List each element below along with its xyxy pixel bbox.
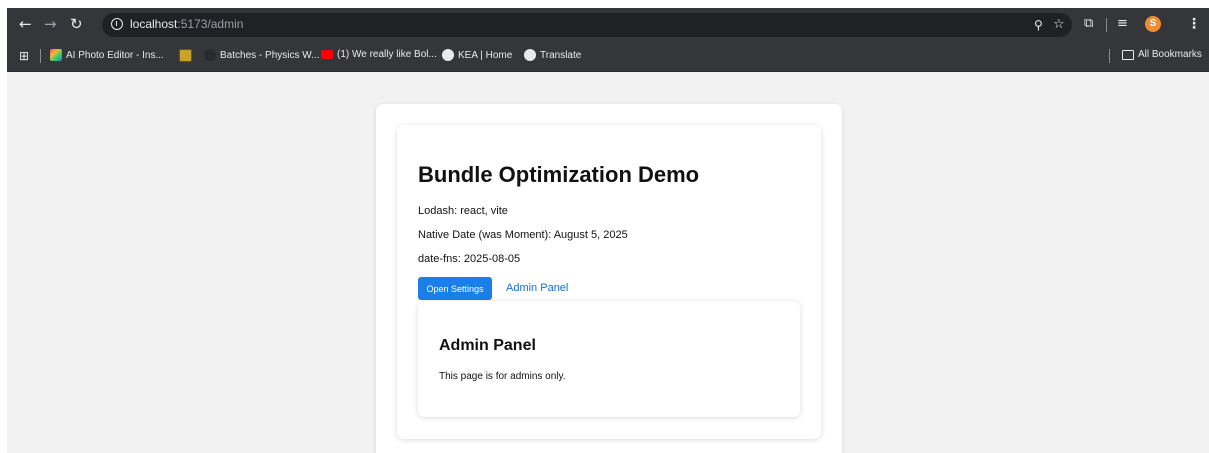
all-bookmarks-label: All Bookmarks (1138, 49, 1202, 60)
bookmark-item[interactable]: (1) We really like Bol... (321, 49, 437, 60)
demo-card: Bundle Optimization Demo Lodash: react, … (397, 125, 821, 439)
bookmarks-divider (40, 49, 41, 63)
globe-icon (524, 49, 536, 61)
browser-toolbar: ← → ↻ localhost:5173/admin ⚲ ☆ ⧉ ≡ S ⋮ (7, 8, 1209, 41)
date-fns-text: date-fns: 2025-08-05 (418, 253, 521, 265)
bookmark-item[interactable] (179, 49, 192, 62)
arrow-left-icon[interactable]: ← (19, 16, 32, 32)
star-icon[interactable]: ☆ (1053, 17, 1065, 33)
folder-icon (1122, 49, 1134, 60)
batches-favicon-icon (204, 49, 216, 61)
bookmark-label: KEA | Home (458, 49, 513, 61)
apps-grid-icon[interactable]: ⊞ (19, 48, 29, 64)
bookmark-label: AI Photo Editor - Ins... (66, 49, 164, 61)
url-host: localhost (130, 17, 178, 31)
page-title: Bundle Optimization Demo (418, 162, 700, 187)
lodash-text: Lodash: react, vite (418, 205, 508, 217)
bookmark-label: (1) We really like Bol... (337, 49, 437, 60)
open-settings-button[interactable]: Open Settings (418, 277, 492, 300)
app-container: Bundle Optimization Demo Lodash: react, … (376, 104, 842, 453)
globe-icon (442, 49, 454, 61)
bookmark-item[interactable]: AI Photo Editor - Ins... (50, 49, 164, 61)
url-path: :5173/admin (177, 17, 244, 31)
bookmark-item[interactable]: Batches - Physics W... (204, 49, 319, 61)
all-bookmarks-button[interactable]: All Bookmarks (1122, 49, 1202, 60)
browser-window: ← → ↻ localhost:5173/admin ⚲ ☆ ⧉ ≡ S ⋮ ⊞… (7, 8, 1209, 453)
admin-panel-link[interactable]: Admin Panel (506, 282, 568, 294)
native-date-text: Native Date (was Moment): August 5, 2025 (418, 229, 628, 241)
avatar[interactable]: S (1145, 16, 1161, 32)
info-icon[interactable] (111, 18, 123, 30)
puzzle-icon[interactable]: ⧉ (1084, 16, 1093, 32)
bookmarks-bar: ⊞ AI Photo Editor - Ins... Batches - Phy… (7, 41, 1209, 72)
youtube-favicon-icon (321, 50, 333, 59)
reload-icon[interactable]: ↻ (70, 16, 83, 32)
url-text[interactable]: localhost:5173/admin (130, 17, 243, 31)
bookmark-favicon-icon (179, 49, 192, 62)
arrow-right-icon[interactable]: → (44, 16, 57, 32)
admin-panel-text: This page is for admins only. (439, 371, 566, 382)
kebab-menu-icon[interactable]: ⋮ (1187, 16, 1201, 32)
photo-editor-favicon-icon (50, 49, 62, 61)
bookmark-label: Translate (540, 49, 582, 61)
bookmark-label: Batches - Physics W... (220, 49, 320, 61)
zoom-icon[interactable]: ⚲ (1034, 17, 1043, 33)
bookmarks-divider (1109, 49, 1110, 63)
admin-panel-title: Admin Panel (439, 337, 536, 354)
address-bar[interactable]: localhost:5173/admin ⚲ ☆ (102, 13, 1072, 37)
bookmark-item[interactable]: KEA | Home (442, 49, 512, 61)
media-icon[interactable]: ≡ (1117, 16, 1128, 32)
bookmark-item[interactable]: Translate (524, 49, 581, 61)
admin-panel-card: Admin Panel This page is for admins only… (418, 301, 800, 417)
toolbar-divider (1106, 18, 1107, 32)
